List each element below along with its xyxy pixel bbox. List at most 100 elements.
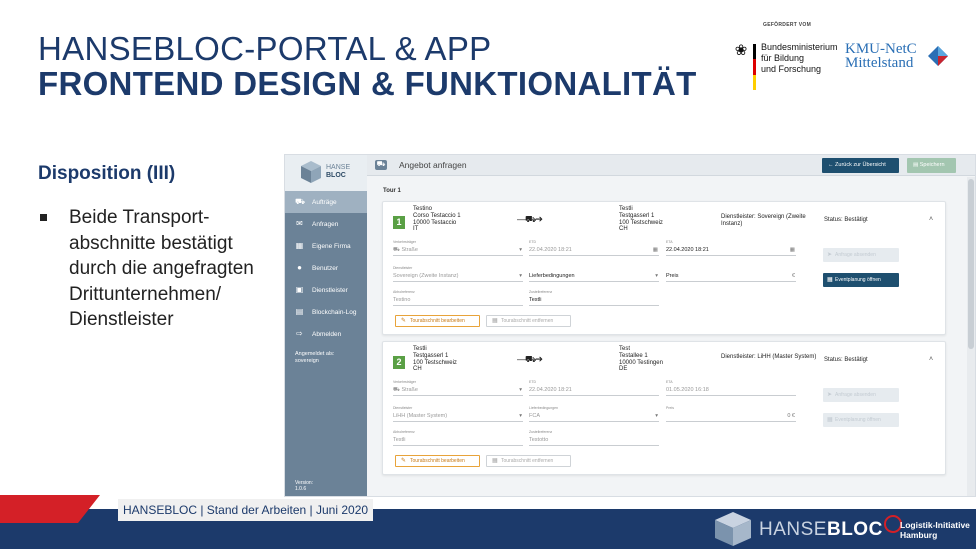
price-field[interactable]: Preis 0 € [666, 406, 796, 422]
section-destination: Testli Testgasserl 1 100 Testschweiz CH [619, 206, 663, 233]
etd-value: 22.04.2020 18:21 [529, 387, 572, 393]
sidebar-item-label: Eigene Firma [312, 242, 351, 250]
status-badge: Status: Bestätigt [824, 357, 868, 363]
delivery-ref-field[interactable]: Zustellreferenz Testli [529, 290, 659, 306]
delivery-ref-value: Testli [529, 297, 542, 303]
scrollbar-thumb[interactable] [968, 179, 974, 349]
back-to-overview-button[interactable]: ← Zurück zur Übersicht [822, 158, 899, 173]
logged-in-info: Angemeldet als: sovereign [295, 351, 334, 365]
pickup-ref-label: Abholreferenz [393, 430, 415, 434]
open-eventplan-button[interactable]: ▦ Eventplanung öffnen [823, 273, 899, 287]
delivery-terms-select[interactable]: Lieferbedingungen ▾ [529, 266, 659, 282]
destination-line: Testgasserl 1 [619, 212, 655, 219]
eta-field[interactable]: ETA 22.04.2020 18:21 ▦ [666, 240, 796, 256]
edit-section-button[interactable]: ✎ Tourabschnitt bearbeiten [395, 315, 480, 327]
sidebar-item-abmelden[interactable]: ⇨ Abmelden [285, 323, 367, 345]
origin-line: IT [413, 226, 419, 233]
hansebloc-logo: HANSEBLOC [714, 511, 882, 547]
slide-title: HANSEBLOC-PORTAL & APP FRONTEND DESIGN &… [38, 32, 697, 102]
pickup-ref-value: Testli [393, 437, 406, 443]
carrier-select[interactable]: Verkehrsträger ⛟ Straße ▾ [393, 240, 523, 256]
eta-value: 22.04.2020 18:21 [666, 247, 709, 253]
calendar-icon: ▦ [652, 247, 658, 253]
etd-field[interactable]: ETD 22.04.2020 18:21 [529, 380, 659, 396]
delivery-terms-label: Lieferbedingungen [529, 406, 558, 410]
lih-line2: Hamburg [900, 530, 938, 540]
collapse-caret-icon[interactable]: ˄ [929, 356, 933, 363]
slide-title-line1: HANSEBLOC-PORTAL & APP [38, 30, 492, 67]
content-scrollbar[interactable] [967, 177, 975, 496]
delivery-terms-value: FCA [529, 413, 540, 419]
destination-line: 10000 Testingen [619, 359, 663, 366]
price-value: Preis [666, 273, 679, 279]
section-provider: Dienstleister: LiHH (Master System) [721, 354, 817, 360]
sidebar-item-dienstleister[interactable]: ▣ Dienstleister [285, 279, 367, 301]
open-eventplan-button[interactable]: ▦ Eventplanung öffnen [823, 413, 899, 427]
remove-section-button[interactable]: ▦ Tourabschnitt entfernen [486, 455, 571, 467]
send-icon: ➤ [827, 252, 833, 258]
trash-icon: ▦ [492, 458, 498, 464]
envelope-icon: ✉ [296, 219, 303, 228]
section-number-badge: 2 [393, 356, 405, 369]
tour-section-card: 2 Testli Testgasserl 1 100 Testschweiz C… [382, 341, 946, 475]
collapse-caret-icon[interactable]: ˄ [929, 216, 933, 223]
calendar-icon: ▦ [827, 417, 833, 423]
origin-line: Testgasserl 1 [413, 352, 449, 359]
bmbf-line1: Bundesministerium [761, 42, 838, 52]
etd-value: 22.04.2020 18:21 [529, 247, 572, 253]
send-request-label: Anfrage absenden [835, 252, 876, 258]
provider-select[interactable]: Dienstleister Sovereign (Zweite Instanz)… [393, 266, 523, 282]
edit-section-label: Tourabschnitt bearbeiten [410, 318, 465, 324]
etd-label: ETD [529, 380, 536, 384]
provider-select[interactable]: Dienstleister LiHH (Master System) ▾ [393, 406, 523, 422]
logout-icon: ⇨ [296, 329, 303, 338]
tour-label: Tour 1 [383, 188, 401, 194]
pencil-icon: ✎ [401, 458, 407, 464]
remove-section-button[interactable]: ▦ Tourabschnitt entfernen [486, 315, 571, 327]
pickup-ref-field[interactable]: Abholreferenz Testli [393, 430, 523, 446]
version-info: Version: 1.0.6 [295, 480, 313, 492]
pickup-ref-field[interactable]: Abholreferenz Testino [393, 290, 523, 306]
dropdown-arrow-icon: ▾ [655, 413, 658, 419]
delivery-ref-field[interactable]: Zustellreferenz Testotto [529, 430, 659, 446]
etd-field[interactable]: ETD 22.04.2020 18:21 ▦ [529, 240, 659, 256]
sidebar-item-benutzer[interactable]: ● Benutzer [285, 257, 367, 279]
edit-section-button[interactable]: ✎ Tourabschnitt bearbeiten [395, 455, 480, 467]
price-value: 0 € [787, 413, 795, 419]
delivery-terms-select[interactable]: Lieferbedingungen FCA ▾ [529, 406, 659, 422]
remove-section-label: Tourabschnitt entfernen [501, 318, 554, 324]
dropdown-arrow-icon: ▾ [519, 247, 522, 253]
delivery-ref-label: Zustellreferenz [529, 430, 553, 434]
destination-line: Testli [619, 206, 633, 212]
origin-line: Testino [413, 206, 433, 212]
truck-icon: ⛟ [295, 197, 306, 206]
app-header-title: Angebot anfragen [399, 160, 467, 170]
price-field[interactable]: Preis € [666, 266, 796, 282]
provider-value: Sovereign (Zweite Instanz) [393, 273, 459, 279]
bmbf-name: Bundesministerium für Bildung und Forsch… [761, 42, 838, 75]
send-request-button[interactable]: ➤ Anfrage absenden [823, 388, 899, 402]
sidebar-item-blockchain-log[interactable]: ▤ Blockchain-Log [285, 301, 367, 323]
kmu-diamond-icon [928, 46, 948, 66]
bmbf-line3: und Forschung [761, 64, 822, 74]
sidebar-item-auftraege[interactable]: ⛟ Aufträge [285, 191, 367, 213]
eta-field[interactable]: ETA 01.05.2020 16:18 [666, 380, 796, 396]
app-header: ⛟ Angebot anfragen ← Zurück zur Übersich… [367, 155, 975, 176]
section-title: Disposition (III) [38, 163, 176, 184]
hansebloc-word-a: HANSE [759, 519, 827, 540]
dropdown-arrow-icon: ▾ [519, 273, 522, 279]
logistik-initiative-logo: Logistik-Initiative Hamburg [884, 514, 974, 546]
carrier-select[interactable]: Verkehrsträger ⛟ Straße ▾ [393, 380, 523, 396]
delivery-terms-value: Lieferbedingungen [529, 273, 575, 279]
send-request-button[interactable]: ➤ Anfrage absenden [823, 248, 899, 262]
carrier-label: Verkehrsträger [393, 240, 416, 244]
back-button-label: Zurück zur Übersicht [835, 162, 886, 168]
save-button[interactable]: ▤ Speichern [907, 158, 956, 173]
sidebar-item-anfragen[interactable]: ✉ Anfragen [285, 213, 367, 235]
sidebar-item-label: Dienstleister [312, 286, 348, 294]
logged-in-label: Angemeldet als: [295, 351, 335, 357]
funded-by-label: GEFÖRDERT VOM [763, 22, 812, 28]
section-number-badge: 1 [393, 216, 405, 229]
sidebar-item-eigene-firma[interactable]: ▦ Eigene Firma [285, 235, 367, 257]
destination-line: DE [619, 366, 628, 373]
